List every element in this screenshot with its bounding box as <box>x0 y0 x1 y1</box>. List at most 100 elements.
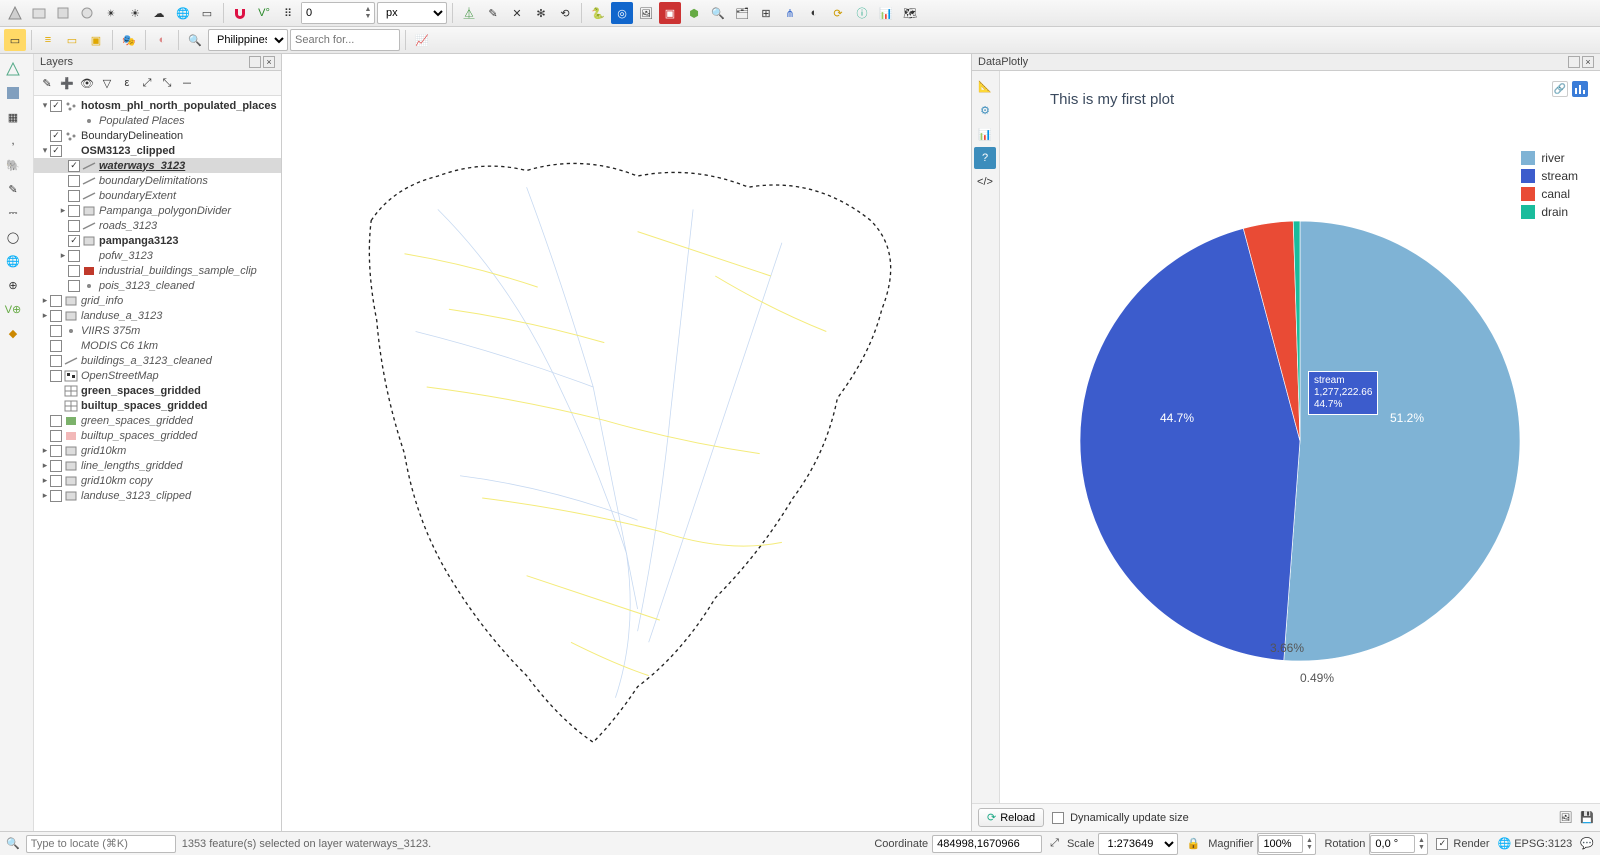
layer-tree-item[interactable]: ▾hotosm_phl_north_populated_places <box>34 98 281 113</box>
pie-chart[interactable]: 44.7% 51.2% stream 1,277,222.66 44.7% <box>1080 221 1520 661</box>
coordinate-input[interactable] <box>932 835 1042 853</box>
snapping-options-icon[interactable]: ⠿ <box>277 2 299 24</box>
snap-tolerance-spinbox[interactable]: ▲▼ <box>301 2 375 24</box>
legend-item[interactable]: canal <box>1521 187 1578 201</box>
legend-item[interactable]: stream <box>1521 169 1578 183</box>
add-oracle-icon[interactable]: ◯ <box>2 226 24 248</box>
new-spatialite-icon[interactable] <box>76 2 98 24</box>
fish-icon[interactable]: ◐ <box>151 29 173 51</box>
layer-tree-item[interactable]: roads_3123 <box>34 218 281 233</box>
new-shapefile-icon[interactable] <box>28 2 50 24</box>
plugin-10-icon[interactable]: ⟳ <box>827 2 849 24</box>
nominatim-scope-select[interactable]: Philippines <box>208 29 288 51</box>
layer-tree-item[interactable]: ▸grid10km <box>34 443 281 458</box>
add-raster-icon[interactable] <box>2 82 24 104</box>
legend-item[interactable]: river <box>1521 151 1578 165</box>
render-toggle[interactable]: Render <box>1436 838 1489 850</box>
layer-tree-item[interactable]: green_spaces_gridded <box>34 383 281 398</box>
sun-icon[interactable]: ☀ <box>124 2 146 24</box>
plugin-12-icon[interactable]: 📊 <box>875 2 897 24</box>
add-postgis-icon[interactable]: 🐘 <box>2 154 24 176</box>
select-all-icon[interactable]: ▣ <box>85 29 107 51</box>
add-spatialite-icon[interactable]: ✎ <box>2 178 24 200</box>
layer-tree-item[interactable]: ▸pofw_3123 <box>34 248 281 263</box>
plugin-4-icon[interactable]: ⬢ <box>683 2 705 24</box>
add-wfs-icon[interactable]: V⊕ <box>2 298 24 320</box>
layer-tree-item[interactable]: Populated Places <box>34 113 281 128</box>
export-png-icon[interactable]: 🖼 <box>1558 811 1572 824</box>
filter-legend-icon[interactable]: ▽ <box>98 74 116 92</box>
add-xyz-icon[interactable]: ⊕ <box>2 274 24 296</box>
layer-tree-item[interactable]: builtup_spaces_gridded <box>34 398 281 413</box>
python-console-icon[interactable]: 🐍 <box>587 2 609 24</box>
plot-type-tab-icon[interactable]: 📐 <box>974 75 996 97</box>
map-canvas[interactable] <box>282 54 972 831</box>
snap-tolerance-input[interactable] <box>302 3 362 23</box>
vertex-tool-icon[interactable]: V° <box>253 2 275 24</box>
snap-segment-icon[interactable]: ✻ <box>530 2 552 24</box>
layer-tree-item[interactable]: ▾OSM3123_clipped <box>34 143 281 158</box>
layer-tree[interactable]: ▾hotosm_phl_north_populated_placesPopula… <box>34 96 281 831</box>
statistics-icon[interactable]: 📈 <box>411 29 433 51</box>
plugin-8-icon[interactable]: ⋔ <box>779 2 801 24</box>
locator-input[interactable] <box>26 835 176 853</box>
add-group-icon[interactable]: ➕ <box>58 74 76 92</box>
layer-tree-item[interactable]: builtup_spaces_gridded <box>34 428 281 443</box>
legend-item[interactable]: drain <box>1521 205 1578 219</box>
mask-icon[interactable]: 🎭 <box>118 29 140 51</box>
reload-button[interactable]: ⟳Reload <box>978 808 1044 827</box>
plugin-13-icon[interactable]: 🗺 <box>899 2 921 24</box>
close-icon[interactable]: × <box>1582 56 1594 68</box>
layer-tree-item[interactable]: ▸landuse_a_3123 <box>34 308 281 323</box>
plugin-5-icon[interactable]: 🔍 <box>707 2 729 24</box>
layer-tree-item[interactable]: pampanga3123 <box>34 233 281 248</box>
plot-settings-tab-icon[interactable]: ⚙ <box>974 99 996 121</box>
layer-tree-item[interactable]: pois_3123_cleaned <box>34 278 281 293</box>
layer-tree-item[interactable]: ▸line_lengths_gridded <box>34 458 281 473</box>
add-delimited-icon[interactable]: , <box>2 130 24 152</box>
dynamic-update-toggle[interactable]: Dynamically update size <box>1052 812 1189 824</box>
globe-icon[interactable]: 🌐 <box>172 2 194 24</box>
add-mssql-icon[interactable]: ⎓ <box>2 202 24 224</box>
layer-tree-item[interactable]: VIIRS 375m <box>34 323 281 338</box>
chart-mode-bar-icon[interactable] <box>1572 81 1588 97</box>
plugin-6-icon[interactable]: 🗂 <box>731 2 753 24</box>
extents-icon[interactable]: ⤢ <box>1050 837 1059 850</box>
plugin-2-icon[interactable]: 🖼 <box>635 2 657 24</box>
trace-icon[interactable]: ✎ <box>482 2 504 24</box>
manage-visibility-icon[interactable]: 👁 <box>78 74 96 92</box>
sql-icon[interactable]: ▭ <box>196 2 218 24</box>
crs-button[interactable]: 🌐EPSG:3123 <box>1498 837 1573 850</box>
new-vector-icon[interactable] <box>4 2 26 24</box>
filter-expression-icon[interactable]: ε <box>118 74 136 92</box>
new-geopackage-icon[interactable] <box>52 2 74 24</box>
select-features-icon[interactable]: ▭ <box>4 29 26 51</box>
plugin-11-icon[interactable]: ⓘ <box>851 2 873 24</box>
plot-view-tab-icon[interactable]: 📊 <box>974 123 996 145</box>
cloud-icon[interactable]: ☁ <box>148 2 170 24</box>
add-wms-icon[interactable]: 🌐 <box>2 250 24 272</box>
add-virtual-layer-icon[interactable]: ◆ <box>2 322 24 344</box>
style-icon[interactable]: ✎ <box>38 74 56 92</box>
topology-icon[interactable]: ⏅ <box>458 2 480 24</box>
layer-tree-item[interactable]: boundaryDelimitations <box>34 173 281 188</box>
code-tab-icon[interactable]: </> <box>974 171 996 193</box>
layer-tree-item[interactable]: ▸Pampanga_polygonDivider <box>34 203 281 218</box>
close-icon[interactable]: × <box>263 56 275 68</box>
rotation-spinbox[interactable]: ▲▼ <box>1369 833 1428 855</box>
undock-icon[interactable] <box>1568 56 1580 68</box>
layer-tree-item[interactable]: green_spaces_gridded <box>34 413 281 428</box>
layer-tree-item[interactable]: OpenStreetMap <box>34 368 281 383</box>
layer-tree-item[interactable]: ▸landuse_3123_clipped <box>34 488 281 503</box>
plugin-7-icon[interactable]: ⊞ <box>755 2 777 24</box>
layer-tree-item[interactable]: industrial_buildings_sample_clip <box>34 263 281 278</box>
nominatim-search-icon[interactable]: 🔍 <box>184 29 206 51</box>
magnifier-spinbox[interactable]: ▲▼ <box>1257 833 1316 855</box>
plot-legend[interactable]: river stream canal drain <box>1521 151 1578 223</box>
deselect-icon[interactable]: ▭ <box>61 29 83 51</box>
select-value-icon[interactable]: ≡ <box>37 29 59 51</box>
nominatim-search-input[interactable] <box>290 29 400 51</box>
layer-tree-item[interactable]: buildings_a_3123_cleaned <box>34 353 281 368</box>
messages-icon[interactable]: 💬 <box>1580 837 1594 850</box>
layer-tree-item[interactable]: BoundaryDelineation <box>34 128 281 143</box>
